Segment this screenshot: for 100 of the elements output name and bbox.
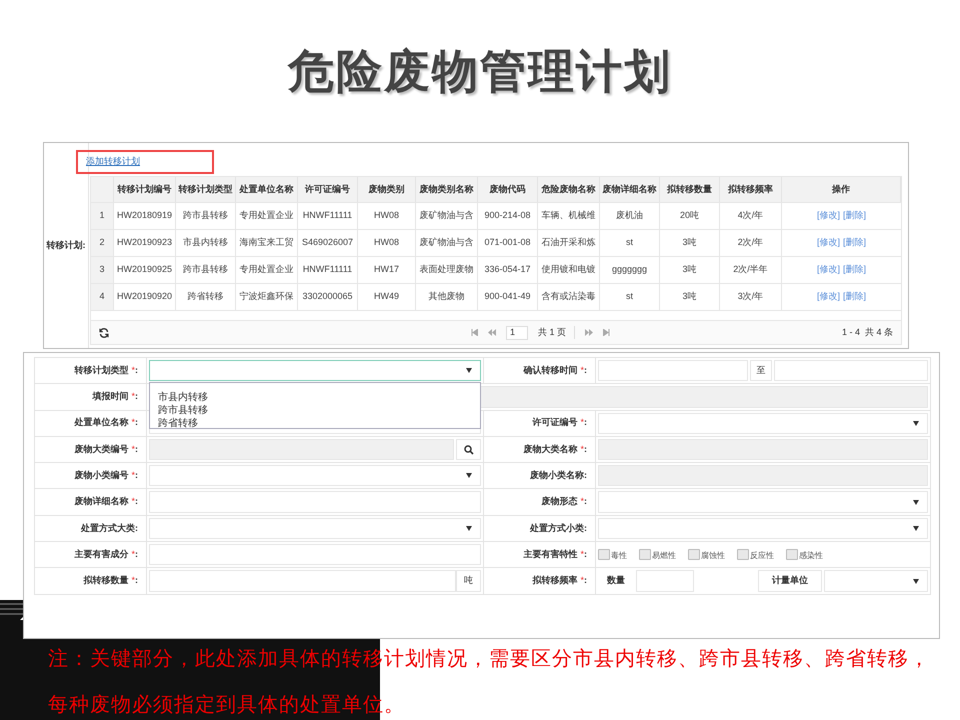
table-cell: st — [600, 230, 660, 256]
table-cell: 3302000065 — [298, 284, 358, 310]
table-cell: 336-054-17 — [478, 257, 538, 283]
table-cell: 石油开采和炼 — [538, 230, 600, 256]
slide-title: 危险废物管理计划 — [286, 44, 673, 98]
table-cell: 2次/半年 — [720, 257, 782, 283]
column-header: 操作 — [782, 177, 901, 202]
table-cell: 2次/年 — [720, 230, 782, 256]
table-cell: 20吨 — [660, 203, 720, 229]
row-number: 1 — [91, 203, 114, 229]
checkbox-label: 毒性 — [611, 551, 627, 560]
column-header: 废物代码 — [478, 177, 538, 202]
checkbox-label: 反应性 — [750, 551, 774, 560]
unit-label: 吨 — [456, 570, 481, 592]
table-cell: HW17 — [358, 257, 416, 283]
field-label: 废物大类名称 *: — [523, 442, 587, 456]
dropdown-option[interactable]: 跨省转移 — [158, 417, 198, 430]
field-label: 拟转移数量 *: — [83, 574, 138, 588]
table-cell: 3吨 — [660, 257, 720, 283]
table-cell: 071-001-08 — [478, 230, 538, 256]
row-number: 3 — [91, 257, 114, 283]
table-cell: ggggggg — [600, 257, 660, 283]
field-label: 拟转移频率 *: — [532, 574, 587, 588]
field-label: 确认转移时间 *: — [523, 364, 587, 377]
column-header: 废物详细名称 — [600, 177, 660, 202]
table-cell: 其他废物 — [416, 284, 478, 310]
checkbox-label: 腐蚀性 — [701, 551, 725, 560]
record-summary: 1 - 4 共 4 条 — [842, 326, 893, 339]
quantity-label: 数量 — [606, 574, 626, 588]
table-cell: HNWF11111 — [298, 203, 358, 229]
table-cell: HW20180919 — [114, 203, 176, 229]
table-cell: 市县内转移 — [176, 230, 236, 256]
checkbox-label: 感染性 — [799, 551, 823, 560]
table-cell: 海南宝来工贸 — [236, 230, 298, 256]
table-cell: 跨市县转移 — [176, 257, 236, 283]
row-number: 2 — [91, 230, 114, 256]
section-label: 转移计划: — [46, 238, 86, 252]
column-header: 处置单位名称 — [236, 177, 298, 202]
column-header: 拟转移频率 — [720, 177, 782, 202]
table-cell: 车辆、机械维 — [538, 203, 600, 229]
dropdown-option[interactable]: 跨市县转移 — [158, 404, 208, 417]
table-cell: HW08 — [358, 230, 416, 256]
column-header: 废物类别名称 — [416, 177, 478, 202]
table-cell: HNWF11111 — [298, 257, 358, 283]
table-cell: HW49 — [358, 284, 416, 310]
field-label: 废物大类编号 *: — [74, 442, 138, 456]
table-cell: HW20190923 — [114, 230, 176, 256]
field-label: 处置方式大类: — [81, 522, 138, 535]
dropdown-option[interactable]: 市县内转移 — [158, 391, 208, 404]
table-cell: S469026007 — [298, 230, 358, 256]
delete-link[interactable]: [删除] — [843, 263, 866, 277]
table-cell: 跨市县转移 — [176, 203, 236, 229]
table-cell: 含有或沾染毒 — [538, 284, 600, 310]
table-cell: 表面处理废物 — [416, 257, 478, 283]
field-label: 填报时间 *: — [92, 390, 138, 404]
edit-link[interactable]: [修改] — [816, 263, 840, 277]
edit-link[interactable]: [修改] — [816, 290, 840, 304]
table-cell: 使用镀和电镀 — [538, 257, 600, 283]
field-label: 处置方式小类: — [530, 522, 587, 535]
field-label: 废物形态 *: — [541, 495, 587, 508]
table-cell: 3次/年 — [720, 284, 782, 310]
delete-link[interactable]: [删除] — [843, 290, 866, 304]
field-label: 主要有害特性 *: — [523, 548, 587, 561]
table-cell: 废矿物油与含 — [416, 203, 478, 229]
column-header: 拟转移数量 — [660, 177, 720, 202]
column-header: 转移计划类型 — [176, 177, 236, 202]
field-label: 废物小类编号 *: — [74, 469, 138, 482]
table-cell: 3吨 — [660, 284, 720, 310]
delete-link[interactable]: [删除] — [843, 236, 866, 250]
column-header: 危险废物名称 — [538, 177, 600, 202]
page-count: 共 1 页 — [538, 326, 575, 340]
column-header: 许可证编号 — [298, 177, 358, 202]
checkbox-label: 易燃性 — [652, 551, 676, 560]
table-cell: HW20190920 — [114, 284, 176, 310]
field-label: 废物小类名称: — [530, 469, 587, 482]
range-separator: 至 — [750, 360, 772, 382]
table-cell: HW20190925 — [114, 257, 176, 283]
column-header: 转移计划编号 — [114, 177, 176, 202]
page-input[interactable]: 1 — [506, 326, 528, 340]
field-label: 主要有害成分 *: — [74, 548, 138, 561]
table-cell: 专用处置企业 — [236, 257, 298, 283]
table-cell: 宁波炬鑫环保 — [236, 284, 298, 310]
field-label: 转移计划类型 *: — [74, 364, 138, 377]
delete-link[interactable]: [删除] — [843, 209, 866, 223]
table-cell: 专用处置企业 — [236, 203, 298, 229]
table-cell: 3吨 — [660, 230, 720, 256]
edit-link[interactable]: [修改] — [816, 236, 840, 250]
add-plan-link[interactable]: 添加转移计划 — [76, 150, 214, 174]
table-cell: 900-041-49 — [478, 284, 538, 310]
row-number: 4 — [91, 284, 114, 310]
table-cell: st — [600, 284, 660, 310]
table-cell: HW08 — [358, 203, 416, 229]
field-label: 废物详细名称 *: — [74, 495, 138, 508]
column-header: 废物类别 — [358, 177, 416, 202]
table-cell: 4次/年 — [720, 203, 782, 229]
field-label: 许可证编号 *: — [532, 416, 587, 430]
edit-link[interactable]: [修改] — [816, 209, 840, 223]
table-cell: 废机油 — [600, 203, 660, 229]
field-label: 处置单位名称 *: — [74, 416, 138, 430]
table-cell: 跨省转移 — [176, 284, 236, 310]
